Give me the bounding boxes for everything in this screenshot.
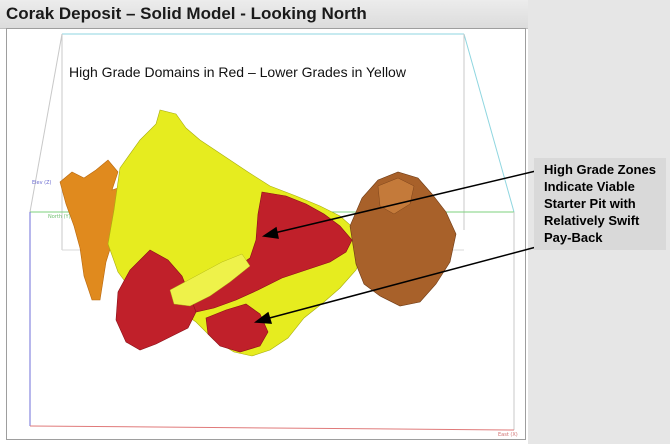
callout-line: Pay-Back xyxy=(544,230,603,245)
callout-line: Relatively Swift xyxy=(544,213,640,228)
callout-box: High Grade Zones Indicate Viable Starter… xyxy=(534,158,666,250)
axis-label-north: North (Y) xyxy=(48,214,71,220)
axis-label-elev: Elev (Z) xyxy=(32,180,52,186)
callout-line: Indicate Viable xyxy=(544,179,635,194)
callout-line: High Grade Zones xyxy=(544,162,656,177)
box-edge xyxy=(463,33,515,213)
callout-line: Starter Pit with xyxy=(544,196,636,211)
box-edge xyxy=(29,425,515,431)
viewport-caption: High Grade Domains in Red – Lower Grades… xyxy=(69,64,406,80)
axis-label-east: East (X) xyxy=(498,432,518,438)
